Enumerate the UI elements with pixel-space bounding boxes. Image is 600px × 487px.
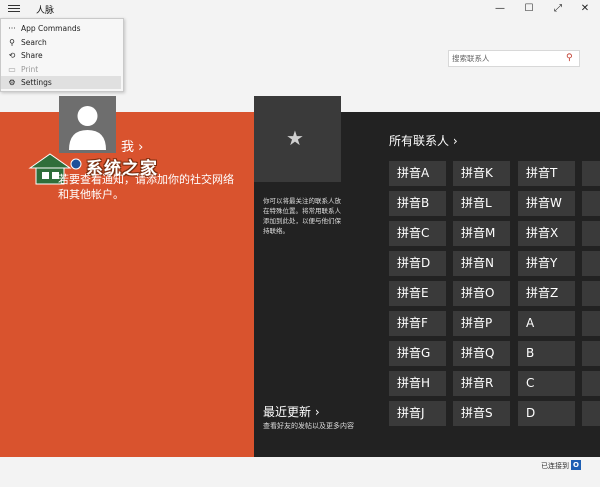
maximize-icon[interactable]: ☐: [522, 2, 536, 16]
minimize-icon[interactable]: —: [493, 2, 507, 16]
contact-group-tile[interactable]: B: [518, 341, 575, 366]
contact-group-tile[interactable]: 拼音E: [389, 281, 446, 306]
fullscreen-icon[interactable]: ⤢: [551, 2, 565, 16]
contact-group-tile[interactable]: 拼音F: [389, 311, 446, 336]
recent-updates-link[interactable]: 最近更新 ›: [263, 403, 320, 420]
contact-group-tile[interactable]: 拼音J: [389, 401, 446, 426]
contact-group-tile[interactable]: [582, 161, 600, 186]
search-icon: ⚲: [9, 37, 15, 47]
contact-group-tile[interactable]: 拼音Z: [518, 281, 575, 306]
avatar[interactable]: [59, 96, 116, 153]
contact-group-tile[interactable]: 拼音O: [453, 281, 510, 306]
contact-group-tile[interactable]: [582, 341, 600, 366]
more-icon: ···: [8, 24, 16, 33]
contact-group-tile[interactable]: D: [518, 401, 575, 426]
contact-group-tile[interactable]: 拼音A: [389, 161, 446, 186]
contact-group-tile[interactable]: [582, 191, 600, 216]
contact-search[interactable]: ⚲: [448, 50, 580, 67]
title-bar: 人脉 — ☐ ⤢ ✕: [0, 0, 600, 18]
contact-group-tile[interactable]: 拼音S: [453, 401, 510, 426]
contact-group-tile[interactable]: [582, 281, 600, 306]
contact-group-tile[interactable]: 拼音P: [453, 311, 510, 336]
menu-item-search[interactable]: ⚲ Search: [1, 36, 121, 49]
add-favorite-tile[interactable]: ★: [254, 96, 341, 182]
contact-group-tile[interactable]: [582, 251, 600, 276]
menu-item-label: Search: [21, 37, 47, 47]
menu-item-print: ▭ Print: [1, 63, 121, 76]
star-icon: ★: [286, 126, 304, 150]
close-icon[interactable]: ✕: [578, 2, 592, 16]
add-accounts-prompt[interactable]: 若要查看通知，请添加你的社交网络和其他帐户。: [58, 172, 238, 202]
contact-group-tile[interactable]: 拼音D: [389, 251, 446, 276]
contact-group-tile[interactable]: 拼音B: [389, 191, 446, 216]
contact-group-tile[interactable]: C: [518, 371, 575, 396]
contact-group-tile[interactable]: [582, 311, 600, 336]
contact-group-tile[interactable]: [582, 401, 600, 426]
share-icon: ⟲: [8, 51, 16, 60]
contact-group-tile[interactable]: 拼音T: [518, 161, 575, 186]
contact-group-tile[interactable]: 拼音H: [389, 371, 446, 396]
menu-item-label: App Commands: [21, 24, 81, 33]
contact-group-tile[interactable]: A: [518, 311, 575, 336]
connected-label: 已连接到: [541, 462, 569, 470]
print-icon: ▭: [8, 64, 16, 74]
person-icon: [69, 106, 106, 150]
contact-group-tile[interactable]: 拼音W: [518, 191, 575, 216]
search-input[interactable]: [449, 51, 562, 66]
contact-group-tile[interactable]: 拼音Q: [453, 341, 510, 366]
menu-item-label: Share: [21, 51, 43, 60]
recent-updates-description: 查看好友的发帖以及更多内容: [263, 422, 354, 430]
contact-group-tile[interactable]: [582, 221, 600, 246]
contact-group-tile[interactable]: 拼音C: [389, 221, 446, 246]
menu-item-settings[interactable]: ⚙ Settings: [1, 76, 121, 89]
outlook-icon: O: [571, 460, 581, 470]
search-icon[interactable]: ⚲: [566, 53, 576, 63]
menu-item-label: Print: [21, 64, 39, 74]
all-contacts-heading[interactable]: 所有联系人 ›: [389, 132, 458, 149]
hamburger-menu-icon[interactable]: [8, 3, 20, 13]
gear-icon: ⚙: [8, 78, 16, 87]
menu-item-share[interactable]: ⟲ Share: [1, 49, 121, 62]
contact-group-tile[interactable]: 拼音G: [389, 341, 446, 366]
contact-group-tile[interactable]: 拼音L: [453, 191, 510, 216]
menu-item-app-commands[interactable]: ··· App Commands: [1, 22, 121, 35]
contact-group-tile[interactable]: 拼音K: [453, 161, 510, 186]
menu-item-label: Settings: [21, 78, 52, 87]
app-command-menu: ··· App Commands ⚲ Search ⟲ Share ▭ Print ⚙ Setti…: [0, 18, 124, 92]
contact-group-tile[interactable]: 拼音Y: [518, 251, 575, 276]
favorites-description: 你可以将最关注的联系人放在特殊位置。将常用联系人添加到此处，以便与他们保持联络。: [263, 197, 341, 235]
contact-group-tile[interactable]: 拼音R: [453, 371, 510, 396]
contact-group-tile[interactable]: [582, 371, 600, 396]
contact-group-tile[interactable]: 拼音N: [453, 251, 510, 276]
contact-group-tile[interactable]: 拼音M: [453, 221, 510, 246]
app-title: 人脉: [36, 6, 55, 16]
status-bar: [0, 457, 600, 487]
contact-group-tile[interactable]: 拼音X: [518, 221, 575, 246]
